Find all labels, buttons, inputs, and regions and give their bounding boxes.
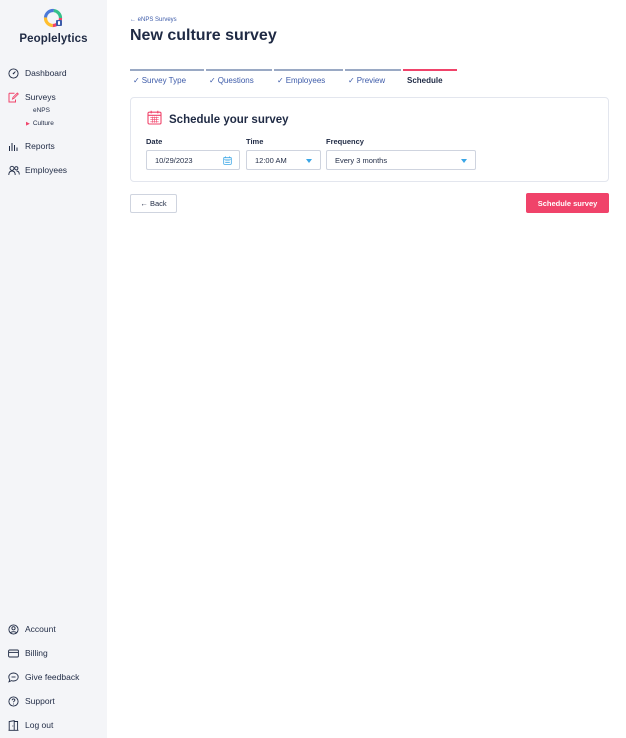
- sidebar-item-log-out[interactable]: Log out: [8, 716, 53, 734]
- check-icon: ✓: [209, 76, 216, 85]
- help-circle-icon: [8, 695, 19, 707]
- sidebar-item-reports[interactable]: Reports: [8, 137, 55, 155]
- step-label: Survey Type: [141, 76, 187, 85]
- date-value: 10/29/2023: [155, 155, 193, 165]
- sidebar-subitem-culture[interactable]: ▶ Culture: [26, 120, 54, 127]
- frequency-value: Every 3 months: [335, 155, 388, 165]
- app-name: Peoplelytics: [19, 33, 88, 45]
- step-survey-type[interactable]: ✓ Survey Type: [130, 69, 204, 89]
- sidebar-item-label: Employees: [25, 165, 68, 175]
- sidebar-item-give-feedback[interactable]: Give feedback: [8, 668, 79, 686]
- check-icon: ✓: [133, 76, 140, 85]
- sidebar-item-employees[interactable]: Employees: [8, 161, 67, 179]
- sidebar-subitem-enps[interactable]: eNPS: [33, 107, 50, 114]
- step-preview[interactable]: ✓ Preview: [345, 69, 401, 89]
- sidebar-item-label: Give feedback: [25, 672, 80, 682]
- wizard-steps: ✓ Survey Type ✓ Questions ✓ Employees ✓ Prev…: [130, 69, 460, 89]
- step-label: Schedule: [407, 76, 443, 85]
- sidebar-item-label: Support: [25, 696, 55, 706]
- schedule-survey-button[interactable]: Schedule survey: [526, 193, 609, 213]
- back-button[interactable]: ← Back: [130, 194, 177, 213]
- sidebar-item-account[interactable]: Account: [8, 620, 56, 638]
- peoplelytics-logo-icon: [43, 8, 65, 30]
- sidebar-item-label: Surveys: [25, 92, 56, 102]
- sidebar-item-label: Reports: [25, 141, 55, 151]
- step-label: Employees: [285, 76, 326, 85]
- calendar-icon: [147, 110, 162, 130]
- users-icon: [8, 165, 20, 176]
- sidebar-item-billing[interactable]: Billing: [8, 644, 48, 662]
- door-icon: [8, 719, 19, 731]
- sidebar-item-surveys[interactable]: Surveys: [8, 88, 56, 106]
- logo[interactable]: Peoplelytics: [0, 8, 107, 45]
- frequency-select[interactable]: Every 3 months: [326, 150, 476, 170]
- sidebar-item-dashboard[interactable]: Dashboard: [8, 64, 67, 82]
- time-value: 12:00 AM: [255, 155, 287, 165]
- sidebar-item-label: Account: [25, 624, 56, 634]
- survey-edit-icon: [8, 91, 19, 103]
- account-icon: [8, 623, 19, 635]
- check-icon: ✓: [277, 76, 284, 85]
- step-label: Questions: [217, 76, 254, 85]
- sidebar-item-label: Dashboard: [25, 68, 67, 78]
- card-header: Schedule your survey: [147, 110, 289, 130]
- sidebar: Peoplelytics Dashboard Surveys eNPS ▶ Cul…: [0, 0, 107, 738]
- schedule-card: Schedule your survey Date 10/29/2023 Tim…: [130, 97, 609, 182]
- step-schedule[interactable]: Schedule: [403, 69, 457, 89]
- sidebar-item-label: Billing: [25, 648, 48, 658]
- bar-chart-icon: [8, 141, 19, 152]
- sidebar-item-label: Log out: [25, 720, 54, 730]
- time-select[interactable]: 12:00 AM: [246, 150, 321, 170]
- chat-bubble-icon: [8, 672, 19, 683]
- time-label: Time: [246, 137, 264, 146]
- page-title: New culture survey: [130, 27, 277, 44]
- sidebar-subitem-label: Culture: [32, 120, 54, 127]
- dashboard-icon: [8, 67, 19, 79]
- date-input[interactable]: 10/29/2023: [146, 150, 240, 170]
- chevron-down-icon: [306, 159, 312, 163]
- card-title: Schedule your survey: [169, 114, 289, 126]
- check-icon: ✓: [348, 76, 355, 85]
- date-label: Date: [146, 137, 163, 146]
- step-questions[interactable]: ✓ Questions: [206, 69, 272, 89]
- chevron-down-icon: [461, 159, 467, 163]
- frequency-label: Frequency: [326, 137, 364, 146]
- active-pointer-icon: ▶: [26, 121, 30, 127]
- breadcrumb-back-link[interactable]: ← eNPS Surveys: [130, 17, 177, 23]
- calendar-picker-icon[interactable]: [223, 156, 232, 167]
- sidebar-item-support[interactable]: Support: [8, 692, 55, 710]
- step-employees[interactable]: ✓ Employees: [274, 69, 343, 89]
- step-label: Preview: [356, 76, 386, 85]
- credit-card-icon: [8, 648, 19, 659]
